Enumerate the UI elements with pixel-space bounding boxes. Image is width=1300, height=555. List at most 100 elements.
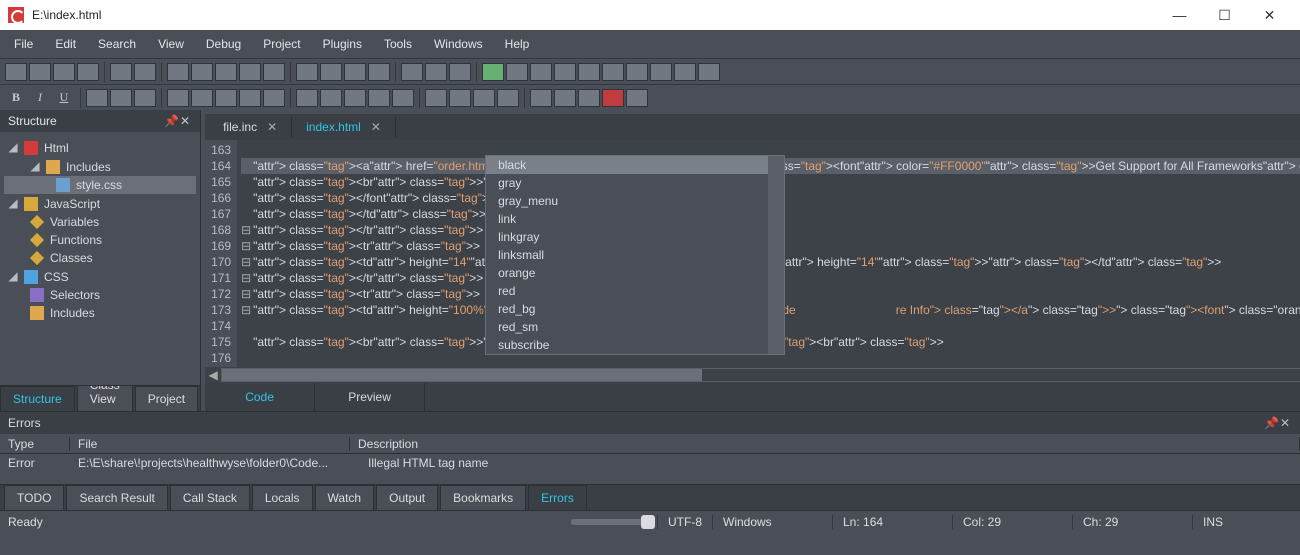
- tool-outdent-icon[interactable]: [320, 63, 342, 81]
- menu-tools[interactable]: Tools: [374, 33, 422, 55]
- col-type[interactable]: Type: [0, 437, 70, 451]
- link-icon[interactable]: [167, 89, 189, 107]
- tool-format-icon[interactable]: [368, 63, 390, 81]
- tool-stepout-icon[interactable]: [578, 63, 600, 81]
- tool-paste-icon[interactable]: [215, 63, 237, 81]
- script-icon[interactable]: [530, 89, 552, 107]
- tool-fullscreen-icon[interactable]: [449, 63, 471, 81]
- tab-todo[interactable]: TODO: [4, 485, 64, 510]
- autocomplete-popup[interactable]: blackgraygray_menulinklinkgraylinksmallo…: [485, 155, 785, 355]
- menu-edit[interactable]: Edit: [45, 33, 86, 55]
- pre-icon[interactable]: [425, 89, 447, 107]
- pin-icon[interactable]: 📌: [164, 114, 178, 128]
- fontcolor-icon[interactable]: [86, 89, 108, 107]
- tool-run-icon[interactable]: [482, 63, 504, 81]
- tool-new-icon[interactable]: [5, 63, 27, 81]
- bold-icon[interactable]: B: [5, 89, 27, 107]
- tool-view-icon[interactable]: [425, 63, 447, 81]
- italic-icon[interactable]: I: [29, 89, 51, 107]
- tool-saveall-icon[interactable]: [77, 63, 99, 81]
- tree-javascript[interactable]: ◢JavaScript: [4, 194, 196, 213]
- status-eol[interactable]: Windows: [712, 515, 832, 529]
- autocomplete-item[interactable]: gray: [486, 174, 784, 192]
- anchor-icon[interactable]: [191, 89, 213, 107]
- grid-icon[interactable]: [626, 89, 648, 107]
- close-icon[interactable]: ✕: [178, 114, 192, 128]
- tool-find-icon[interactable]: [239, 63, 261, 81]
- close-icon[interactable]: ✕: [267, 120, 277, 134]
- tree-functions[interactable]: Functions: [4, 231, 196, 249]
- autocomplete-item[interactable]: gray_menu: [486, 192, 784, 210]
- menu-plugins[interactable]: Plugins: [313, 33, 372, 55]
- tree-stylecss[interactable]: style.css: [4, 176, 196, 194]
- tree-classes[interactable]: Classes: [4, 249, 196, 267]
- input-icon[interactable]: [368, 89, 390, 107]
- tool-replace-icon[interactable]: [263, 63, 285, 81]
- tree-css-includes[interactable]: Includes: [4, 304, 196, 322]
- highlight-icon[interactable]: [110, 89, 132, 107]
- superscript-icon[interactable]: [134, 89, 156, 107]
- pin-icon[interactable]: 📌: [1264, 416, 1278, 430]
- toggle-icon[interactable]: [578, 89, 600, 107]
- tree-includes[interactable]: ◢Includes: [4, 157, 196, 176]
- view-preview[interactable]: Preview: [315, 383, 425, 411]
- maximize-button[interactable]: ☐: [1202, 0, 1247, 30]
- tab-bookmarks[interactable]: Bookmarks: [440, 485, 526, 510]
- tab-locals[interactable]: Locals: [252, 485, 313, 510]
- scrollbar[interactable]: [768, 156, 784, 354]
- div-icon[interactable]: [296, 89, 318, 107]
- menu-help[interactable]: Help: [495, 33, 540, 55]
- scroll-left-icon[interactable]: ◀: [205, 368, 221, 383]
- menu-search[interactable]: Search: [88, 33, 146, 55]
- tool-stop-icon[interactable]: [674, 63, 696, 81]
- tab-watch[interactable]: Watch: [315, 485, 375, 510]
- style-icon[interactable]: [554, 89, 576, 107]
- close-button[interactable]: ✕: [1247, 0, 1292, 30]
- autocomplete-item[interactable]: red_sm: [486, 318, 784, 336]
- tree-html[interactable]: ◢Html: [4, 138, 196, 157]
- tree-selectors[interactable]: Selectors: [4, 286, 196, 304]
- tool-browser-icon[interactable]: [401, 63, 423, 81]
- menu-windows[interactable]: Windows: [424, 33, 493, 55]
- li-icon[interactable]: [497, 89, 519, 107]
- tool-restart-icon[interactable]: [698, 63, 720, 81]
- tool-breakpoint-icon[interactable]: [602, 63, 624, 81]
- span-icon[interactable]: [320, 89, 342, 107]
- form-icon[interactable]: [344, 89, 366, 107]
- error-row[interactable]: Error E:\E\share\!projects\healthwyse\fo…: [0, 454, 1300, 472]
- tool-indent-icon[interactable]: [296, 63, 318, 81]
- tree-variables[interactable]: Variables: [4, 213, 196, 231]
- menu-file[interactable]: File: [4, 33, 43, 55]
- autocomplete-item[interactable]: subscribe: [486, 336, 784, 354]
- autocomplete-item[interactable]: red: [486, 282, 784, 300]
- minimize-button[interactable]: —: [1157, 0, 1202, 30]
- tool-cut-icon[interactable]: [167, 63, 189, 81]
- tab-search-result[interactable]: Search Result: [66, 485, 167, 510]
- tab-file-inc[interactable]: file.inc✕: [209, 116, 292, 138]
- tool-stepinto-icon[interactable]: [530, 63, 552, 81]
- close-icon[interactable]: ✕: [371, 120, 381, 134]
- tool-continue-icon[interactable]: [626, 63, 648, 81]
- view-code[interactable]: Code: [205, 383, 315, 411]
- autocomplete-item[interactable]: link: [486, 210, 784, 228]
- tab-errors[interactable]: Errors: [528, 485, 587, 510]
- tool-undo-icon[interactable]: [110, 63, 132, 81]
- hr-icon[interactable]: [263, 89, 285, 107]
- tool-pause-icon[interactable]: [650, 63, 672, 81]
- menu-view[interactable]: View: [148, 33, 194, 55]
- flag-icon[interactable]: [602, 89, 624, 107]
- status-encoding[interactable]: UTF-8: [657, 515, 712, 529]
- autocomplete-item[interactable]: linkgray: [486, 228, 784, 246]
- tab-index-html[interactable]: index.html✕: [292, 116, 396, 138]
- col-file[interactable]: File: [70, 437, 350, 451]
- tree-css[interactable]: ◢CSS: [4, 267, 196, 286]
- select-icon[interactable]: [392, 89, 414, 107]
- table-icon[interactable]: [239, 89, 261, 107]
- ol-icon[interactable]: [473, 89, 495, 107]
- image-icon[interactable]: [215, 89, 237, 107]
- tool-comment-icon[interactable]: [344, 63, 366, 81]
- status-mode[interactable]: INS: [1192, 515, 1292, 529]
- menu-debug[interactable]: Debug: [196, 33, 251, 55]
- tool-debug-icon[interactable]: [506, 63, 528, 81]
- tool-stepover-icon[interactable]: [554, 63, 576, 81]
